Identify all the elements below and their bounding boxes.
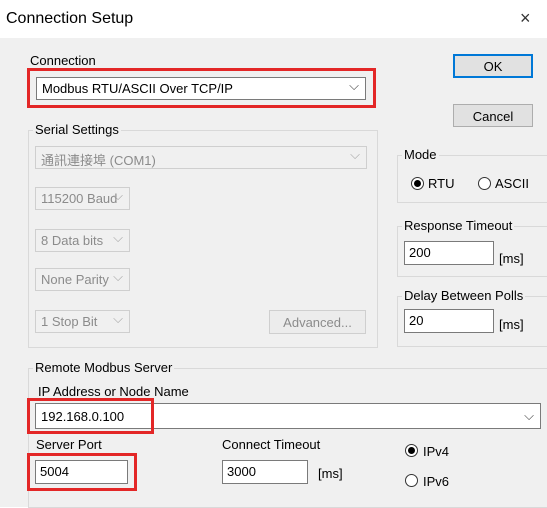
ipv4-radio[interactable] bbox=[405, 444, 418, 457]
data-bits-value: 8 Data bits bbox=[41, 233, 104, 248]
chevron-down-icon: ⌵ bbox=[350, 147, 360, 162]
advanced-button[interactable]: Advanced... bbox=[269, 310, 366, 334]
ipv6-label[interactable]: IPv6 bbox=[423, 474, 449, 489]
close-icon[interactable]: × bbox=[520, 8, 531, 29]
delay-polls-input[interactable]: 20 bbox=[404, 309, 494, 333]
rtu-label[interactable]: RTU bbox=[428, 176, 454, 191]
response-timeout-unit: [ms] bbox=[499, 251, 524, 266]
rtu-radio[interactable] bbox=[411, 177, 424, 190]
server-port-highlight bbox=[27, 453, 137, 491]
ok-button[interactable]: OK bbox=[453, 54, 533, 78]
chevron-down-icon: ⌵ bbox=[113, 230, 123, 245]
connection-highlight bbox=[27, 68, 376, 108]
chevron-down-icon: ⌵ bbox=[524, 408, 534, 423]
delay-polls-unit: [ms] bbox=[499, 317, 524, 332]
ip-address-label: IP Address or Node Name bbox=[38, 384, 189, 399]
stop-bits-value: 1 Stop Bit bbox=[41, 314, 98, 329]
ip-address-highlight bbox=[27, 398, 154, 434]
remote-server-label: Remote Modbus Server bbox=[33, 360, 175, 375]
mode-label: Mode bbox=[402, 147, 439, 162]
connect-timeout-label: Connect Timeout bbox=[222, 437, 321, 452]
ipv4-label[interactable]: IPv4 bbox=[423, 444, 449, 459]
connection-label: Connection bbox=[30, 53, 96, 68]
com-port-dropdown[interactable]: 通訊連接埠 (COM1) ⌵ bbox=[35, 146, 367, 169]
cancel-button[interactable]: Cancel bbox=[453, 104, 533, 127]
parity-dropdown[interactable]: None Parity ⌵ bbox=[35, 268, 130, 291]
ascii-radio[interactable] bbox=[478, 177, 491, 190]
connect-timeout-input[interactable]: 3000 bbox=[222, 460, 308, 484]
parity-value: None Parity bbox=[41, 272, 109, 287]
com-port-value: 通訊連接埠 (COM1) bbox=[41, 153, 156, 168]
baud-value: 115200 Baud bbox=[41, 191, 118, 206]
ascii-label[interactable]: ASCII bbox=[495, 176, 529, 191]
chevron-down-icon: ⌵ bbox=[113, 311, 123, 326]
data-bits-dropdown[interactable]: 8 Data bits ⌵ bbox=[35, 229, 130, 252]
delay-polls-label: Delay Between Polls bbox=[402, 288, 526, 303]
baud-dropdown[interactable]: 115200 Baud ⌵ bbox=[35, 187, 130, 210]
response-timeout-label: Response Timeout bbox=[402, 218, 515, 233]
chevron-down-icon: ⌵ bbox=[113, 269, 123, 284]
ipv6-radio[interactable] bbox=[405, 474, 418, 487]
chevron-down-icon: ⌵ bbox=[113, 188, 123, 203]
connect-timeout-unit: [ms] bbox=[318, 466, 343, 481]
serial-settings-label: Serial Settings bbox=[33, 122, 121, 137]
response-timeout-input[interactable]: 200 bbox=[404, 241, 494, 265]
stop-bits-dropdown[interactable]: 1 Stop Bit ⌵ bbox=[35, 310, 130, 333]
server-port-label: Server Port bbox=[36, 437, 102, 452]
window-title: Connection Setup bbox=[6, 10, 134, 27]
